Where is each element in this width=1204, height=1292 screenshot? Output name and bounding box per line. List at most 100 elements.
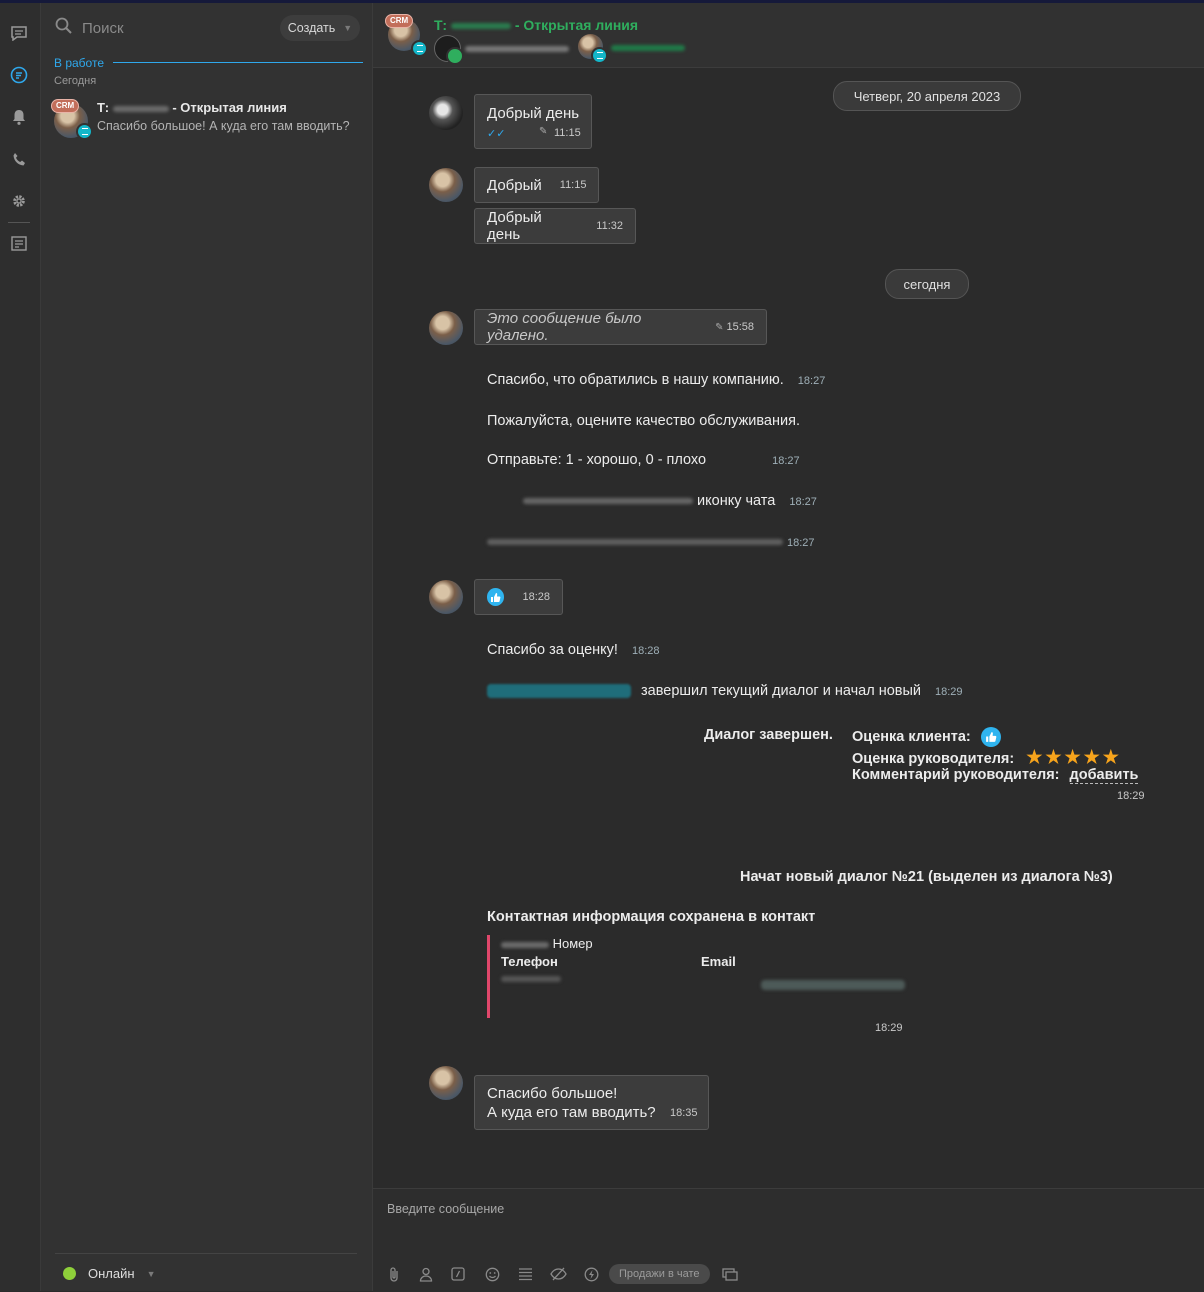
- message-time: 18:28: [631, 645, 660, 657]
- forms-icon[interactable]: [721, 1265, 739, 1283]
- message-time: 11:15: [559, 179, 587, 191]
- system-message: Спасибо, что обратились в нашу компанию.…: [487, 372, 825, 388]
- attach-icon[interactable]: [385, 1265, 403, 1283]
- author-avatar[interactable]: [429, 311, 463, 345]
- quick-answers-icon[interactable]: [516, 1265, 534, 1283]
- redacted-text: [487, 539, 783, 546]
- author-avatar[interactable]: [429, 168, 463, 202]
- chat-title-prefix: Т:: [434, 17, 448, 33]
- message-text: А куда его там вводить?: [487, 1104, 656, 1121]
- status-selector[interactable]: Онлайн ▼: [63, 1266, 155, 1281]
- open-lines-icon[interactable]: [9, 65, 29, 85]
- contact-number-row: Номер: [501, 936, 593, 951]
- system-message: Спасибо за оценку! 18:28: [487, 642, 659, 658]
- system-message: Отправьте: 1 - хорошо, 0 - плохо 18:27: [487, 452, 800, 468]
- hidden-message-icon[interactable]: [549, 1265, 567, 1283]
- star-icon[interactable]: ★: [1084, 747, 1100, 767]
- message-text: Добрый день: [487, 105, 580, 122]
- thumbs-up-icon: [487, 588, 505, 606]
- recent-chat-item[interactable]: CRM Т: - Открытая линия Спасибо большое!…: [41, 93, 372, 141]
- message-text: Спасибо большое!: [487, 1085, 618, 1102]
- redacted-operator-name: [487, 684, 631, 699]
- bell-icon[interactable]: [9, 107, 29, 127]
- search-icon: [55, 17, 72, 39]
- chat-title[interactable]: Т: - Открытая линия: [434, 17, 638, 33]
- chevron-down-icon: ▼: [146, 1268, 156, 1279]
- message-text: Спасибо, что обратились в нашу компанию.: [487, 372, 784, 388]
- chat-item-title-prefix: Т:: [97, 100, 110, 115]
- smile-icon[interactable]: [483, 1265, 501, 1283]
- message-time: 18:27: [789, 496, 817, 508]
- message-time: 18:29: [875, 1022, 903, 1034]
- contact-phone-label: Телефон: [501, 954, 558, 969]
- status-divider: [55, 1253, 357, 1254]
- manager-rating-label: Оценка руководителя:: [852, 751, 1015, 767]
- user-icon[interactable]: [417, 1265, 435, 1283]
- message-bubble: Добрый день 11:32: [474, 208, 636, 244]
- author-avatar[interactable]: [429, 96, 463, 130]
- edited-pencil-icon: ✎: [539, 126, 548, 137]
- date-group-today: Сегодня: [54, 75, 97, 87]
- sales-in-chat-button[interactable]: Продажи в чате: [609, 1264, 710, 1284]
- system-message: Пожалуйста, оцените качество обслуживани…: [487, 413, 800, 429]
- rating-stars[interactable]: ★ ★ ★ ★ ★: [1026, 747, 1122, 767]
- system-message: завершил текущий диалог и начал новый 18:…: [487, 683, 963, 699]
- star-icon[interactable]: ★: [1026, 747, 1042, 767]
- message-bubble: Спасибо большое! А куда его там вводить?…: [474, 1075, 709, 1130]
- crown-icon: [446, 47, 464, 65]
- author-avatar[interactable]: [429, 580, 463, 614]
- message-text: иконку чата: [697, 493, 776, 509]
- message-time: 18:27: [772, 455, 800, 467]
- message-time: 11:32: [596, 220, 623, 232]
- chat-icon[interactable]: [9, 23, 29, 43]
- recent-list-icon[interactable]: [9, 233, 29, 253]
- star-icon[interactable]: ★: [1103, 747, 1119, 767]
- thumbs-up-icon: [980, 727, 1001, 747]
- phone-icon[interactable]: [9, 149, 29, 169]
- message-text: Отправьте: 1 - хорошо, 0 - плохо: [487, 452, 707, 468]
- date-separator: Четверг, 20 апреля 2023: [833, 81, 1021, 111]
- open-line-icon: [411, 40, 428, 57]
- message-time: 18:29: [935, 686, 963, 698]
- message-text: завершил текущий диалог и начал новый: [641, 683, 922, 699]
- message-bubble: Добрый день ✓✓ ✎ 11:15: [474, 94, 592, 149]
- recent-chats-panel: Поиск Создать ▼ В работе Сегодня CRM Т: …: [41, 3, 373, 1291]
- search-box[interactable]: Поиск: [55, 17, 255, 39]
- chat-header: CRM Т: - Открытая линия: [373, 3, 1204, 68]
- star-icon[interactable]: ★: [1045, 747, 1061, 767]
- star-icon[interactable]: ★: [1065, 747, 1081, 767]
- open-line-icon: [76, 123, 93, 140]
- message-bubble: 18:28: [474, 579, 563, 615]
- lightning-icon[interactable]: [582, 1265, 600, 1283]
- read-checkmark-icon: ✓✓: [487, 128, 506, 140]
- client-rating-label: Оценка клиента:: [852, 728, 971, 745]
- search-input[interactable]: Поиск: [82, 20, 124, 37]
- command-icon[interactable]: [449, 1265, 467, 1283]
- message-time: 15:58: [726, 321, 754, 333]
- message-time: 18:35: [670, 1107, 698, 1119]
- message-input[interactable]: Введите сообщение: [387, 1202, 504, 1216]
- message-time: 18:28: [522, 591, 550, 603]
- chat-area: CRM Т: - Открытая линия Четверг, 20 апре…: [373, 3, 1204, 1292]
- add-comment-link[interactable]: добавить: [1069, 767, 1139, 784]
- contact-saved-notice: Контактная информация сохранена в контак…: [487, 909, 816, 925]
- system-message: иконку чата 18:27: [523, 493, 817, 509]
- message-time: 18:27: [797, 375, 826, 387]
- edited-pencil-icon: ✎: [715, 321, 724, 333]
- client-rating-row: Оценка клиента:: [852, 727, 1001, 747]
- chevron-down-icon: ▼: [343, 23, 353, 33]
- open-line-icon: [591, 47, 608, 64]
- redacted-client-name: [611, 45, 685, 51]
- crm-badge: CRM: [385, 14, 414, 28]
- manager-comment-label: Комментарий руководителя:: [852, 767, 1060, 783]
- left-rail: [0, 3, 41, 1291]
- message-text: Добрый день: [487, 209, 542, 243]
- message-bubble: Добрый 11:15: [474, 167, 599, 203]
- section-in-work: В работе: [54, 56, 105, 70]
- rail-divider: [8, 222, 30, 223]
- author-avatar[interactable]: [429, 1066, 463, 1100]
- message-time: 18:29: [1117, 790, 1145, 802]
- redacted-participant: [465, 46, 569, 52]
- create-button[interactable]: Создать ▼: [280, 15, 360, 41]
- gear-icon[interactable]: [9, 191, 29, 211]
